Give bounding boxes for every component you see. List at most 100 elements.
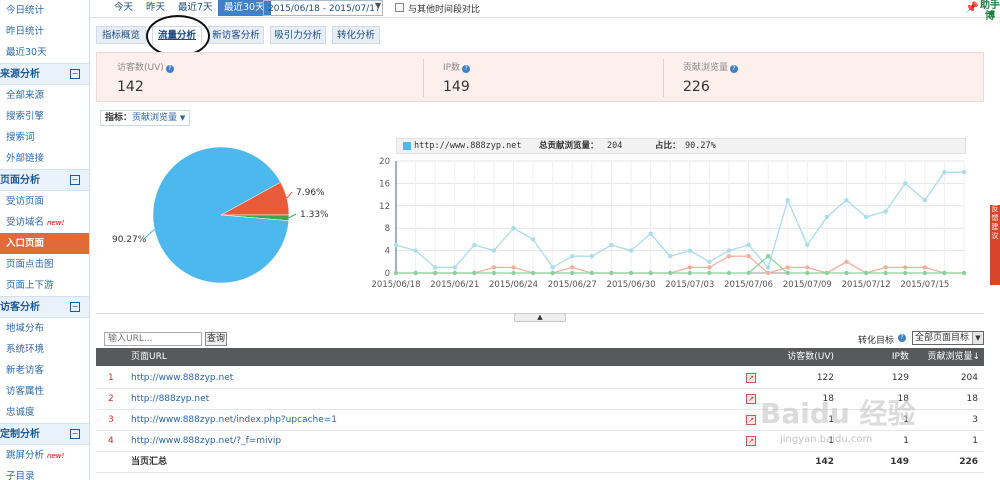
sidebar-item-jump[interactable]: 跳屏分析 new! [0, 445, 89, 466]
tab-new-visitors[interactable]: 新访客分析 [208, 26, 264, 44]
row-url-link[interactable]: http://888zyp.net [131, 389, 209, 410]
pie-leader-line [288, 213, 297, 219]
info-icon[interactable]: ? [730, 65, 739, 73]
tab-overview[interactable]: 指标概览 [96, 26, 146, 44]
data-point [844, 270, 849, 276]
last7-button[interactable]: 最近7天 [172, 0, 219, 16]
sidebar-section-source[interactable]: 来源分析 − [0, 63, 89, 85]
sidebar-item-visited-pages[interactable]: 受访页面 [0, 191, 89, 212]
metric-pv: 贡献浏览量? 226 [663, 53, 963, 101]
new-badge: new! [47, 219, 65, 227]
collapse-icon[interactable]: − [70, 429, 80, 439]
legend-site: http://www.888zyp.net [414, 141, 522, 151]
pin-icon[interactable]: 📌 [965, 1, 979, 14]
sidebar-item-attributes[interactable]: 访客属性 [0, 381, 89, 402]
sidebar-item-geo[interactable]: 地域分布 [0, 318, 89, 339]
x-tick-label: 2015/06/30 [607, 280, 656, 290]
sidebar-item-search-engines[interactable]: 搜索引擎 [0, 106, 89, 127]
sidebar-section-visitor[interactable]: 访客分析 − [0, 296, 89, 318]
sidebar-item-search-terms[interactable]: 搜索词 [0, 127, 89, 148]
sidebar-item-page-flow[interactable]: 页面上下游 [0, 275, 89, 296]
sidebar-section-page[interactable]: 页面分析 − [0, 169, 89, 191]
data-point [413, 248, 418, 253]
pie-chart-svg: 90.27% 7.96% 1.33% [112, 146, 329, 284]
x-tick-label: 2015/07/15 [900, 280, 949, 290]
chevron-down-icon[interactable]: ▼ [375, 1, 381, 10]
date-toolbar: 今天 昨天 最近7天 最近30天 2015/06/18 - 2015/07/17… [90, 0, 1000, 18]
pie-label: 1.33% [300, 210, 329, 220]
table-summary-row: 当页汇总 142 149 226 [96, 452, 984, 473]
info-icon[interactable]: ? [898, 334, 906, 342]
sidebar-item-entry-pages[interactable]: 入口页面 [0, 233, 89, 254]
info-icon[interactable]: ? [165, 65, 174, 73]
line-chart-svg: 0 4 8 12 16 20 2015/06/18 2015/06/21 2015/06/24 2… [372, 157, 967, 290]
data-point [432, 270, 438, 276]
header-uv[interactable]: 访客数(UV) [787, 348, 834, 366]
sidebar-item-today[interactable]: 今日统计 [0, 0, 89, 21]
new-badge: new! [47, 452, 65, 460]
section-label: 页面分析 [0, 175, 40, 186]
tab-attraction[interactable]: 吸引力分析 [270, 26, 326, 44]
header-ip[interactable]: IP数 [892, 348, 909, 366]
data-point [472, 270, 477, 276]
collapse-icon[interactable]: − [70, 69, 80, 79]
info-icon[interactable]: ? [462, 65, 471, 73]
indicator-select[interactable]: 指标：贡献浏览量 ▼ [100, 110, 191, 126]
row-url-link[interactable]: http://www.888zyp.net/index.php?upcache=… [131, 410, 337, 431]
sidebar-item-all-sources[interactable]: 全部来源 [0, 85, 89, 106]
x-tick-label: 2015/07/12 [842, 280, 891, 290]
data-point [765, 265, 771, 270]
sidebar-item-yesterday[interactable]: 昨日统计 [0, 21, 89, 42]
url-search-input[interactable] [104, 332, 202, 346]
data-point [785, 265, 790, 270]
metric-label: IP数 [443, 63, 461, 73]
metric-label: 贡献浏览量 [683, 63, 729, 73]
summary-uv: 142 [815, 457, 834, 467]
feedback-tab[interactable]: 反馈建议 [990, 205, 1000, 285]
data-point [942, 170, 947, 175]
chevron-up-icon[interactable]: ▲ [514, 313, 566, 322]
collapse-icon[interactable]: − [70, 175, 80, 185]
data-point [707, 265, 712, 270]
data-point [668, 254, 673, 259]
data-point [903, 181, 908, 186]
today-button[interactable]: 今天 [108, 0, 139, 16]
sort-down-icon: ↓ [972, 352, 980, 362]
date-range-picker[interactable]: 2015/06/18 - 2015/07/17 [263, 0, 383, 16]
data-point [491, 248, 497, 253]
tab-conversion[interactable]: 转化分析 [332, 26, 380, 44]
sidebar-item-loyalty[interactable]: 忠诚度 [0, 402, 89, 423]
metric-uv: 访客数(UV)? 142 [97, 53, 393, 101]
header-url[interactable]: 页面URL [131, 348, 167, 366]
sidebar-item-external-links[interactable]: 外部链接 [0, 148, 89, 169]
sidebar-item-visited-domains[interactable]: 受访域名 new! [0, 212, 89, 233]
sidebar-item-subdir[interactable]: 子目录 [0, 466, 89, 480]
data-point [883, 270, 888, 276]
data-point [628, 270, 634, 276]
conversion-select[interactable]: 全部页面目标 ▼ [912, 331, 984, 345]
assistant-strip[interactable]: 助手博 [980, 0, 1000, 40]
yesterday-button[interactable]: 昨天 [140, 0, 171, 16]
compare-checkbox[interactable] [395, 3, 404, 12]
data-point [668, 270, 673, 276]
header-pv[interactable]: 贡献浏览量↓ [927, 348, 980, 366]
conversion-select-value: 全部页面目标 [915, 333, 970, 343]
row-index: 3 [108, 415, 114, 425]
data-point [491, 265, 497, 270]
data-point [452, 270, 457, 276]
pie-label: 7.96% [296, 188, 325, 198]
row-url-link[interactable]: http://www.888zyp.net/?_f=mivip [131, 431, 281, 452]
sidebar-section-custom[interactable]: 定制分析 − [0, 423, 89, 445]
data-point [805, 270, 810, 276]
sidebar-item-click-map[interactable]: 页面点击图 [0, 254, 89, 275]
row-url-link[interactable]: http://www.888zyp.net [131, 368, 233, 389]
data-point [785, 270, 790, 276]
sidebar-item-last30[interactable]: 最近30天 [0, 42, 89, 63]
sidebar-item-system[interactable]: 系统环境 [0, 339, 89, 360]
indicator-label: 指标： [105, 113, 133, 123]
collapse-icon[interactable]: − [70, 302, 80, 312]
pie-leader-line [286, 191, 293, 199]
sidebar-item-new-old[interactable]: 新老访客 [0, 360, 89, 381]
query-button[interactable]: 查询 [205, 332, 227, 346]
row-ip: 129 [891, 373, 909, 383]
